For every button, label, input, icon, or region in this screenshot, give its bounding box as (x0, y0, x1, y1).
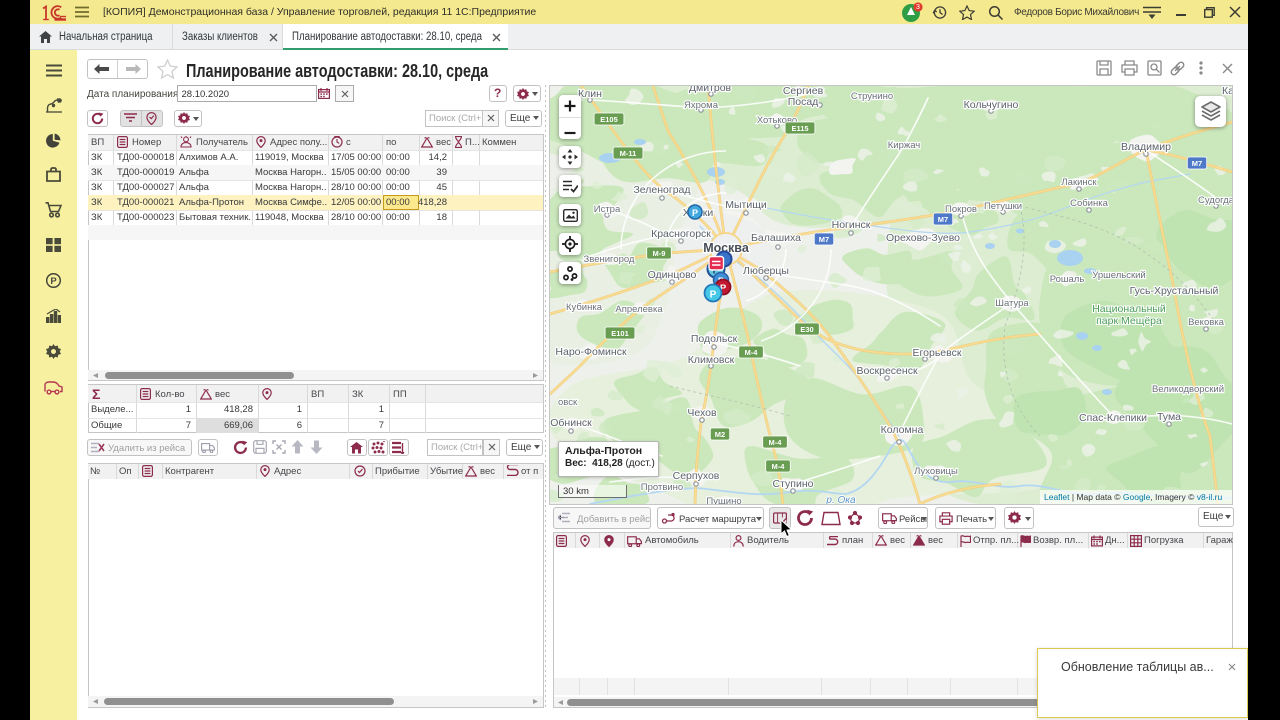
svg-text:E101: E101 (611, 329, 629, 338)
svg-text:Чехов: Чехов (687, 407, 717, 419)
svg-text:Каме: Каме (1222, 86, 1232, 97)
svg-text:М-4: М-4 (772, 462, 786, 471)
svg-text:Яхрома: Яхрома (684, 100, 719, 111)
svg-text:Тума: Тума (1157, 411, 1181, 423)
svg-text:Пущино: Пущино (706, 496, 741, 504)
svg-text:M-11: M-11 (620, 149, 637, 158)
svg-text:М2: М2 (715, 430, 725, 439)
svg-text:Мытищи: Мытищи (725, 199, 767, 211)
svg-text:Воскресенск: Воскресенск (856, 365, 918, 377)
svg-text:Балашиха: Балашиха (751, 232, 801, 244)
svg-text:Вековка: Вековка (1188, 317, 1225, 328)
svg-text:Коломна: Коломна (881, 424, 924, 436)
svg-text:Люберцы: Люберцы (743, 265, 789, 277)
svg-text:M-9: M-9 (653, 249, 666, 258)
svg-text:E105: E105 (600, 115, 618, 124)
svg-text:Петушки: Петушки (984, 201, 1022, 212)
svg-text:М7: М7 (1192, 159, 1202, 168)
svg-text:Собинка: Собинка (1070, 198, 1109, 209)
svg-text:P: P (710, 290, 717, 301)
svg-text:Гусь-Хрустальный: Гусь-Хрустальный (1130, 285, 1219, 297)
svg-text:Клин: Клин (578, 88, 602, 100)
svg-text:М-4: М-4 (745, 348, 759, 357)
svg-text:Протвино: Протвино (641, 482, 683, 493)
svg-text:Владимир: Владимир (1121, 141, 1171, 153)
svg-text:Ногинск: Ногинск (832, 219, 871, 231)
svg-text:парк Мещёра: парк Мещёра (1096, 315, 1162, 327)
svg-text:Зеленоград: Зеленоград (633, 184, 690, 196)
svg-text:Наро-Фоминск: Наро-Фоминск (555, 346, 627, 358)
svg-text:Истра: Истра (594, 204, 621, 215)
svg-text:Орехово-Зуево: Орехово-Зуево (886, 232, 960, 244)
svg-text:М7: М7 (938, 215, 948, 224)
svg-text:Национальный: Национальный (1092, 303, 1166, 315)
svg-text:Рошаль: Рошаль (1050, 274, 1085, 285)
svg-text:М7: М7 (819, 235, 829, 244)
svg-text:P: P (50, 276, 57, 287)
svg-text:Красногорск: Красногорск (651, 228, 711, 240)
svg-text:Апрелевка: Апрелевка (615, 304, 663, 315)
svg-text:E115: E115 (791, 124, 808, 133)
svg-text:Кольчугино: Кольчугино (964, 99, 1019, 111)
svg-text:Киржач: Киржач (888, 140, 921, 151)
svg-text:P: P (692, 208, 698, 218)
svg-text:E30: E30 (800, 325, 813, 334)
svg-text:Лакинск: Лакинск (1061, 177, 1097, 188)
svg-text:Струнино: Струнино (851, 91, 893, 102)
svg-text:Дмитров: Дмитров (689, 86, 732, 94)
svg-text:Луховицы: Луховицы (914, 466, 958, 477)
svg-text:р. Ока: р. Ока (825, 495, 856, 504)
svg-text:Звенигород: Звенигород (584, 254, 635, 265)
svg-text:Великодворский: Великодворский (1152, 384, 1224, 395)
svg-text:Спас-Клепики: Спас-Клепики (1079, 412, 1147, 424)
svg-text:Серпухов: Серпухов (673, 470, 720, 482)
svg-text:Шатура: Шатура (995, 298, 1029, 309)
svg-text:Обнинск: Обнинск (550, 417, 592, 429)
svg-text:Судогда: Судогда (1198, 195, 1232, 206)
svg-text:Посад: Посад (788, 96, 819, 108)
svg-text:Подольск: Подольск (691, 333, 738, 345)
svg-text:овск: овск (558, 397, 578, 408)
svg-text:3: 3 (916, 4, 920, 11)
svg-text:Ступино: Ступино (773, 478, 814, 490)
svg-text:Климовск: Климовск (688, 354, 735, 366)
svg-text:Егорьевск: Егорьевск (913, 347, 962, 359)
svg-text:Одинцово: Одинцово (648, 269, 697, 281)
svg-text:М-4: М-4 (769, 438, 783, 447)
svg-text:Кубинка: Кубинка (566, 302, 603, 313)
svg-text:Уршельский: Уршельский (1092, 270, 1146, 281)
